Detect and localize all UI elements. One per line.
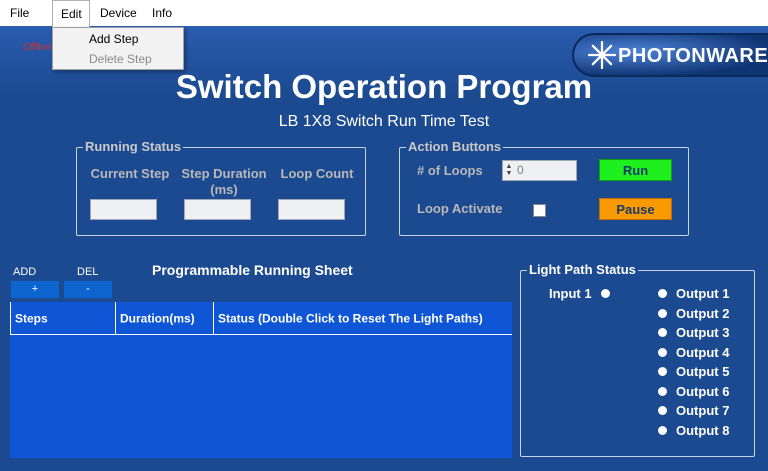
- output-4-label: Output 4: [676, 344, 730, 360]
- output-3-indicator-icon: [658, 328, 667, 337]
- output-4-indicator-icon: [658, 347, 667, 357]
- output-7-label: Output 7: [676, 403, 730, 418]
- menu-device[interactable]: Device: [100, 0, 137, 26]
- output-6-indicator-icon: [658, 386, 667, 396]
- light-path-label: Light Path Status: [527, 262, 638, 277]
- star-burst-icon: [587, 40, 617, 70]
- up-down-arrows-icon[interactable]: ▲ ▼: [505, 163, 513, 177]
- running-sheet-title: Programmable Running Sheet: [152, 262, 353, 278]
- grid-header-steps[interactable]: Steps: [10, 302, 115, 335]
- running-status-label: Running Status: [83, 139, 184, 154]
- current-step-heading: Current Step: [90, 166, 170, 181]
- run-button[interactable]: Run: [599, 159, 672, 181]
- loops-value: 0: [517, 163, 524, 177]
- menu-item-delete-step[interactable]: Delete Step: [53, 49, 183, 69]
- add-step-button[interactable]: +: [11, 281, 59, 298]
- menu-bar: File Edit Device Info: [0, 0, 768, 28]
- input-1-indicator-icon: [601, 289, 610, 298]
- menu-file[interactable]: File: [10, 0, 29, 26]
- brand-logo-text: PHOTONWARES: [618, 45, 768, 67]
- menu-edit[interactable]: Edit: [52, 0, 90, 28]
- output-5-label: Output 5: [676, 364, 730, 379]
- loops-stepper[interactable]: ▲ ▼ 0: [502, 160, 577, 181]
- running-sheet-grid[interactable]: Steps Duration(ms) Status (Double Click …: [10, 302, 512, 458]
- del-label: DEL: [77, 266, 99, 278]
- action-buttons-label: Action Buttons: [406, 139, 504, 154]
- loop-activate-checkbox[interactable]: [533, 204, 546, 217]
- grid-header-row: Steps Duration(ms) Status (Double Click …: [10, 302, 512, 335]
- page-title: Switch Operation Program: [175, 68, 593, 105]
- input-1-label: Input 1: [549, 286, 592, 301]
- output-3-label: Output 3: [676, 325, 730, 340]
- grid-header-duration-label: Duration(ms): [120, 311, 195, 325]
- delete-step-button[interactable]: -: [64, 281, 112, 298]
- menu-info[interactable]: Info: [152, 0, 172, 26]
- menu-edit-label: Edit: [61, 7, 82, 21]
- output-8-indicator-icon: [658, 425, 667, 435]
- add-label: ADD: [13, 266, 37, 278]
- step-duration-heading: Step Duration (ms): [181, 166, 267, 197]
- current-step-readout: [90, 199, 157, 220]
- loops-label: # of Loops: [417, 163, 483, 178]
- pause-button[interactable]: Pause: [599, 198, 672, 220]
- edit-dropdown-menu: Add Step Delete Step: [52, 27, 184, 70]
- output-1-label: Output 1: [676, 286, 730, 301]
- grid-header-steps-label: Steps: [15, 311, 48, 325]
- loop-count-readout: [278, 199, 345, 220]
- step-duration-readout: [184, 199, 251, 220]
- grid-header-status[interactable]: Status (Double Click to Reset The Light …: [213, 302, 512, 335]
- output-2-label: Output 2: [676, 305, 730, 321]
- output-8-label: Output 8: [676, 422, 730, 438]
- output-7-indicator-icon: [658, 406, 667, 415]
- loop-count-heading: Loop Count: [280, 166, 354, 181]
- grid-header-duration[interactable]: Duration(ms): [115, 302, 213, 335]
- output-1-indicator-icon: [658, 289, 667, 298]
- page-subtitle: LB 1X8 Switch Run Time Test: [278, 113, 490, 130]
- connection-status: Offline: [23, 42, 52, 53]
- loop-activate-label: Loop Activate: [417, 201, 503, 216]
- menu-item-add-step[interactable]: Add Step: [53, 29, 183, 49]
- grid-header-status-label: Status (Double Click to Reset The Light …: [218, 311, 483, 325]
- output-6-label: Output 6: [676, 383, 730, 399]
- output-2-indicator-icon: [658, 308, 667, 318]
- output-5-indicator-icon: [658, 367, 667, 376]
